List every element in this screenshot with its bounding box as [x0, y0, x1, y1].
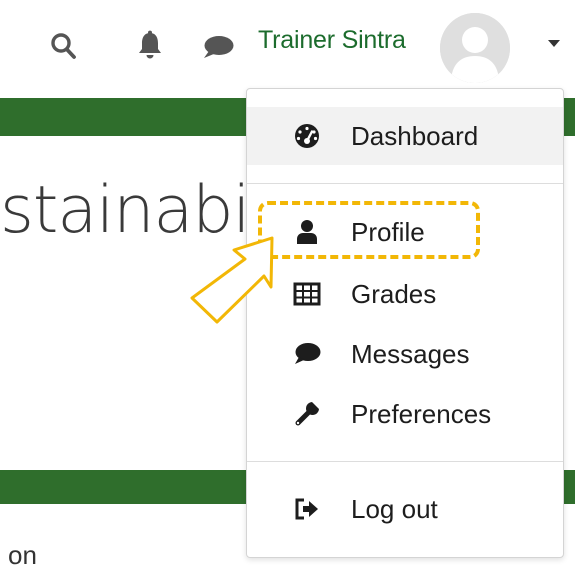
sign-out-icon — [295, 498, 318, 520]
menu-divider — [247, 461, 563, 462]
user-menu-dropdown: Dashboard Profile Grades Messages Prefer… — [246, 88, 564, 558]
menu-item-label: Grades — [351, 279, 437, 309]
menu-divider — [247, 183, 563, 184]
top-navbar: Trainer Sintra — [0, 0, 575, 88]
user-silhouette-icon — [440, 13, 510, 83]
menu-item-logout[interactable]: Log out — [247, 480, 563, 538]
bell-icon[interactable] — [136, 30, 164, 60]
menu-item-label: Messages — [351, 339, 470, 369]
table-icon — [293, 282, 321, 306]
menu-item-grades[interactable]: Grades — [247, 265, 563, 323]
wrench-icon — [295, 402, 319, 426]
search-icon[interactable] — [50, 32, 76, 60]
section-text: on — [8, 540, 37, 570]
avatar[interactable] — [440, 13, 510, 83]
menu-item-label: Dashboard — [351, 121, 479, 151]
highlight-box — [258, 201, 480, 259]
chevron-down-icon[interactable] — [547, 38, 561, 48]
pointer-arrow-icon — [190, 236, 274, 324]
menu-item-label: Preferences — [351, 399, 492, 429]
course-title: stainabil — [0, 173, 268, 248]
menu-item-dashboard[interactable]: Dashboard — [247, 107, 563, 165]
chat-icon[interactable] — [201, 34, 235, 60]
speech-bubble-icon — [295, 343, 321, 364]
dashboard-gauge-icon — [295, 124, 319, 148]
menu-item-label: Log out — [351, 494, 438, 524]
menu-item-preferences[interactable]: Preferences — [247, 385, 563, 443]
menu-item-messages[interactable]: Messages — [247, 325, 563, 383]
page: Trainer Sintra stainabil on Dashboard Pr… — [0, 0, 575, 570]
user-name-link[interactable]: Trainer Sintra — [258, 26, 406, 55]
